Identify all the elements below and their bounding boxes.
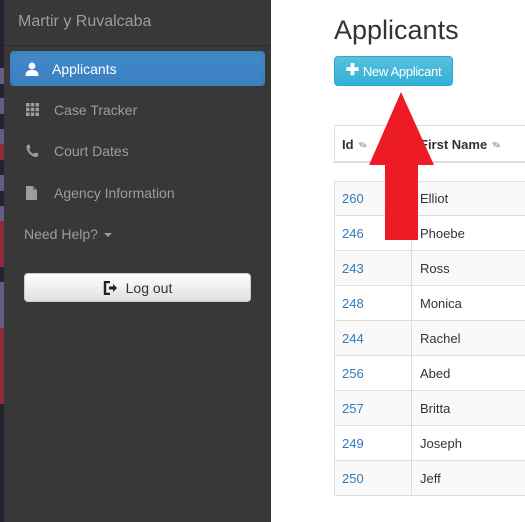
applicants-table-body: 260 Elliot 246 Phoebe 243 Ross 248 Monica 244 Rac… <box>334 181 525 496</box>
applicant-id-link[interactable]: 250 <box>335 461 412 495</box>
sidebar-item-label: Case Tracker <box>54 101 138 118</box>
applicant-id-link[interactable]: 248 <box>335 286 412 320</box>
need-help-dropdown[interactable]: Need Help? <box>24 226 112 242</box>
sidebar: Martir y Ruvalcaba Applicants Case Track… <box>4 0 271 522</box>
logout-button[interactable]: Log out <box>24 273 251 302</box>
sidebar-item-case-tracker[interactable]: Case Tracker <box>10 92 265 127</box>
page-title: Applicants <box>334 15 459 45</box>
table-row[interactable]: 243 Ross <box>334 251 525 286</box>
sort-icon[interactable]: ▾▴ <box>492 139 500 150</box>
column-divider <box>411 125 412 163</box>
table-row[interactable]: 260 Elliot <box>334 181 525 216</box>
divider <box>4 45 271 46</box>
applicant-first-name: Ross <box>420 260 450 276</box>
sidebar-item-agency-information[interactable]: Agency Information <box>10 175 265 210</box>
caret-down-icon <box>103 233 112 237</box>
table-row[interactable]: 246 Phoebe <box>334 216 525 251</box>
table-row[interactable]: 250 Jeff <box>334 461 525 496</box>
applicant-first-name: Jeff <box>420 470 441 486</box>
applicant-id-link[interactable]: 256 <box>335 356 412 390</box>
applicant-first-name: Abed <box>420 365 451 381</box>
phone-icon <box>24 143 40 159</box>
column-header-label: First Name <box>420 136 488 152</box>
applicant-id-link[interactable]: 244 <box>335 321 412 355</box>
applicant-id-link[interactable]: 257 <box>335 391 412 425</box>
new-applicant-label: New Applicant <box>362 63 442 79</box>
need-help-label: Need Help? <box>24 226 98 242</box>
applicant-id-link[interactable]: 260 <box>335 182 412 215</box>
applicant-first-name: Rachel <box>420 330 461 346</box>
sidebar-item-applicants[interactable]: Applicants <box>10 51 265 86</box>
user-icon <box>24 61 40 77</box>
applicant-first-name: Britta <box>420 400 451 416</box>
grid-icon <box>24 102 40 118</box>
sidebar-item-label: Agency Information <box>54 184 175 201</box>
applicant-id-link[interactable]: 243 <box>335 251 412 285</box>
log-out-icon <box>103 280 118 295</box>
table-row[interactable]: 249 Joseph <box>334 426 525 461</box>
plus-icon: ✚ <box>345 62 359 79</box>
table-row[interactable]: 256 Abed <box>334 356 525 391</box>
table-row[interactable]: 248 Monica <box>334 286 525 321</box>
table-row[interactable]: 244 Rachel <box>334 321 525 356</box>
sidebar-item-label: Court Dates <box>54 142 129 159</box>
sort-icon[interactable]: ▾▴ <box>359 139 367 150</box>
new-applicant-button[interactable]: ✚ New Applicant <box>334 56 453 86</box>
brand-title[interactable]: Martir y Ruvalcaba <box>18 13 151 31</box>
applicant-first-name: Joseph <box>420 435 462 451</box>
column-header-id[interactable]: Id ▾▴ <box>342 125 367 163</box>
applicant-id-link[interactable]: 249 <box>335 426 412 460</box>
applicant-first-name: Phoebe <box>420 225 465 241</box>
file-icon <box>24 185 40 201</box>
table-row[interactable]: 257 Britta <box>334 391 525 426</box>
applicant-id-link[interactable]: 246 <box>335 216 412 250</box>
column-header-label: Id <box>342 136 354 152</box>
sidebar-item-court-dates[interactable]: Court Dates <box>10 133 265 168</box>
applicant-first-name: Monica <box>420 295 462 311</box>
logout-label: Log out <box>125 279 173 296</box>
column-header-first-name[interactable]: First Name ▾▴ <box>420 125 500 163</box>
applicant-first-name: Elliot <box>420 191 449 206</box>
sidebar-item-label: Applicants <box>52 60 117 77</box>
